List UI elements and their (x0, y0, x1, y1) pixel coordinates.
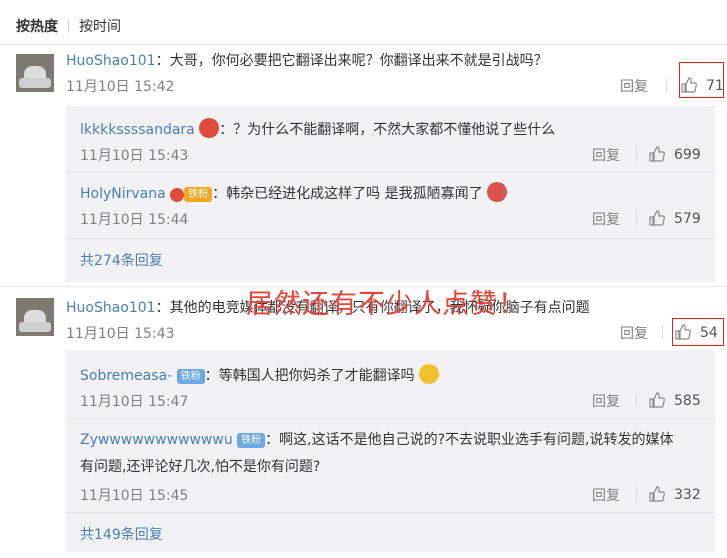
reply-body: ：韩杂已经进化成这样了吗 是我孤陋寡闻了 (212, 186, 483, 202)
username-link[interactable]: lkkkkssssandara (80, 122, 195, 138)
like-button[interactable]: 585 (648, 391, 701, 409)
annotation-overlay-text: 居然还有不少人点赞！ (246, 289, 526, 320)
more-replies-link[interactable]: 共149条回复 (80, 524, 163, 544)
divider (636, 211, 637, 225)
reply-body: ：等韩国人把你妈杀了才能翻译吗 (204, 368, 415, 384)
divider (66, 172, 715, 173)
divider (636, 487, 637, 501)
comment-time: 11月10日 15:43 (66, 326, 175, 342)
thumbs-up-icon (649, 146, 665, 162)
reply-text: Zywwwwwwwwwwwu 铁粉 ：啊这,这话不是他自己说的?不去说职业选手有问… (80, 429, 674, 449)
username-link[interactable]: Sobremeasa- (80, 368, 172, 384)
highlight-box (679, 62, 724, 98)
like-button[interactable]: 332 (648, 485, 701, 503)
comment-body: ：大哥，你何必要把它翻译出来呢？你翻译出来不就是引战吗？ (155, 53, 548, 69)
smile-emoji-icon (419, 364, 440, 384)
divider (66, 512, 715, 513)
highlight-box (672, 318, 724, 346)
username-link[interactable]: HuoShao101 (66, 300, 156, 316)
fan-badge: 铁粉 (184, 187, 213, 202)
comment-text: HuoShao101：大哥，你何必要把它翻译出来呢？你翻译出来不就是引战吗？ (66, 50, 548, 70)
reply-button[interactable]: 回复 (592, 209, 620, 229)
reply-time: 11月10日 15:44 (80, 212, 189, 228)
thumbs-up-icon (649, 210, 665, 226)
avatar[interactable] (16, 298, 54, 336)
username-link[interactable]: HolyNirvana (80, 186, 166, 202)
reply-button[interactable]: 回复 (592, 391, 620, 411)
like-count: 699 (674, 147, 701, 163)
like-count: 332 (674, 487, 701, 503)
reply-time: 11月10日 15:45 (80, 488, 189, 504)
sort-bar: 按热度 按时间 (16, 16, 121, 36)
face-icon (199, 118, 220, 138)
comment-time: 11月10日 15:42 (66, 79, 175, 95)
reply-button[interactable]: 回复 (592, 485, 620, 505)
reply-text: HolyNirvana 铁粉 ：韩杂已经进化成这样了吗 是我孤陋寡闻了 (80, 182, 508, 203)
more-replies-link[interactable]: 共274条回复 (80, 250, 163, 270)
like-button[interactable]: 699 (648, 145, 701, 163)
sort-hot-tab[interactable]: 按热度 (16, 16, 58, 36)
divider (636, 393, 637, 407)
like-button[interactable]: 579 (648, 209, 701, 227)
sort-time-tab[interactable]: 按时间 (79, 16, 121, 36)
divider (66, 418, 715, 419)
like-count: 585 (674, 393, 701, 409)
reply-button[interactable]: 回复 (620, 76, 648, 96)
sort-divider (68, 19, 69, 33)
reply-time: 11月10日 15:43 (80, 148, 189, 164)
reply-text-continued: 有问题,还评论好几次,怕不是你有问题? (80, 459, 321, 475)
divider (666, 78, 667, 92)
reply-text: lkkkkssssandara ：？为什么不能翻译啊，不然大家都不懂他说了些什么 (80, 118, 555, 139)
face-icon (170, 188, 185, 202)
divider (662, 325, 663, 339)
reply-body: ：啊这,这话不是他自己说的?不去说职业选手有问题,说转发的媒体 (265, 432, 674, 448)
divider (0, 44, 727, 45)
fan-badge: 铁粉 (237, 433, 266, 448)
reply-time: 11月10日 15:47 (80, 394, 189, 410)
thumbs-up-icon (649, 486, 665, 502)
reply-text: Sobremeasa- 铁粉 ：等韩国人把你妈杀了才能翻译吗 (80, 364, 440, 385)
username-link[interactable]: HuoShao101 (66, 53, 156, 69)
reply-button[interactable]: 回复 (620, 323, 648, 343)
emoji-icon (487, 182, 508, 202)
reply-body: ：？为什么不能翻译啊，不然大家都不懂他说了些什么 (219, 122, 556, 138)
divider (66, 238, 715, 239)
thumbs-up-icon (649, 392, 665, 408)
username-link[interactable]: Zywwwwwwwwwwwu (80, 432, 233, 448)
divider (636, 147, 637, 161)
like-count: 579 (674, 211, 701, 227)
avatar[interactable] (16, 54, 54, 92)
reply-button[interactable]: 回复 (592, 145, 620, 165)
fan-badge: 铁粉 (176, 369, 205, 384)
